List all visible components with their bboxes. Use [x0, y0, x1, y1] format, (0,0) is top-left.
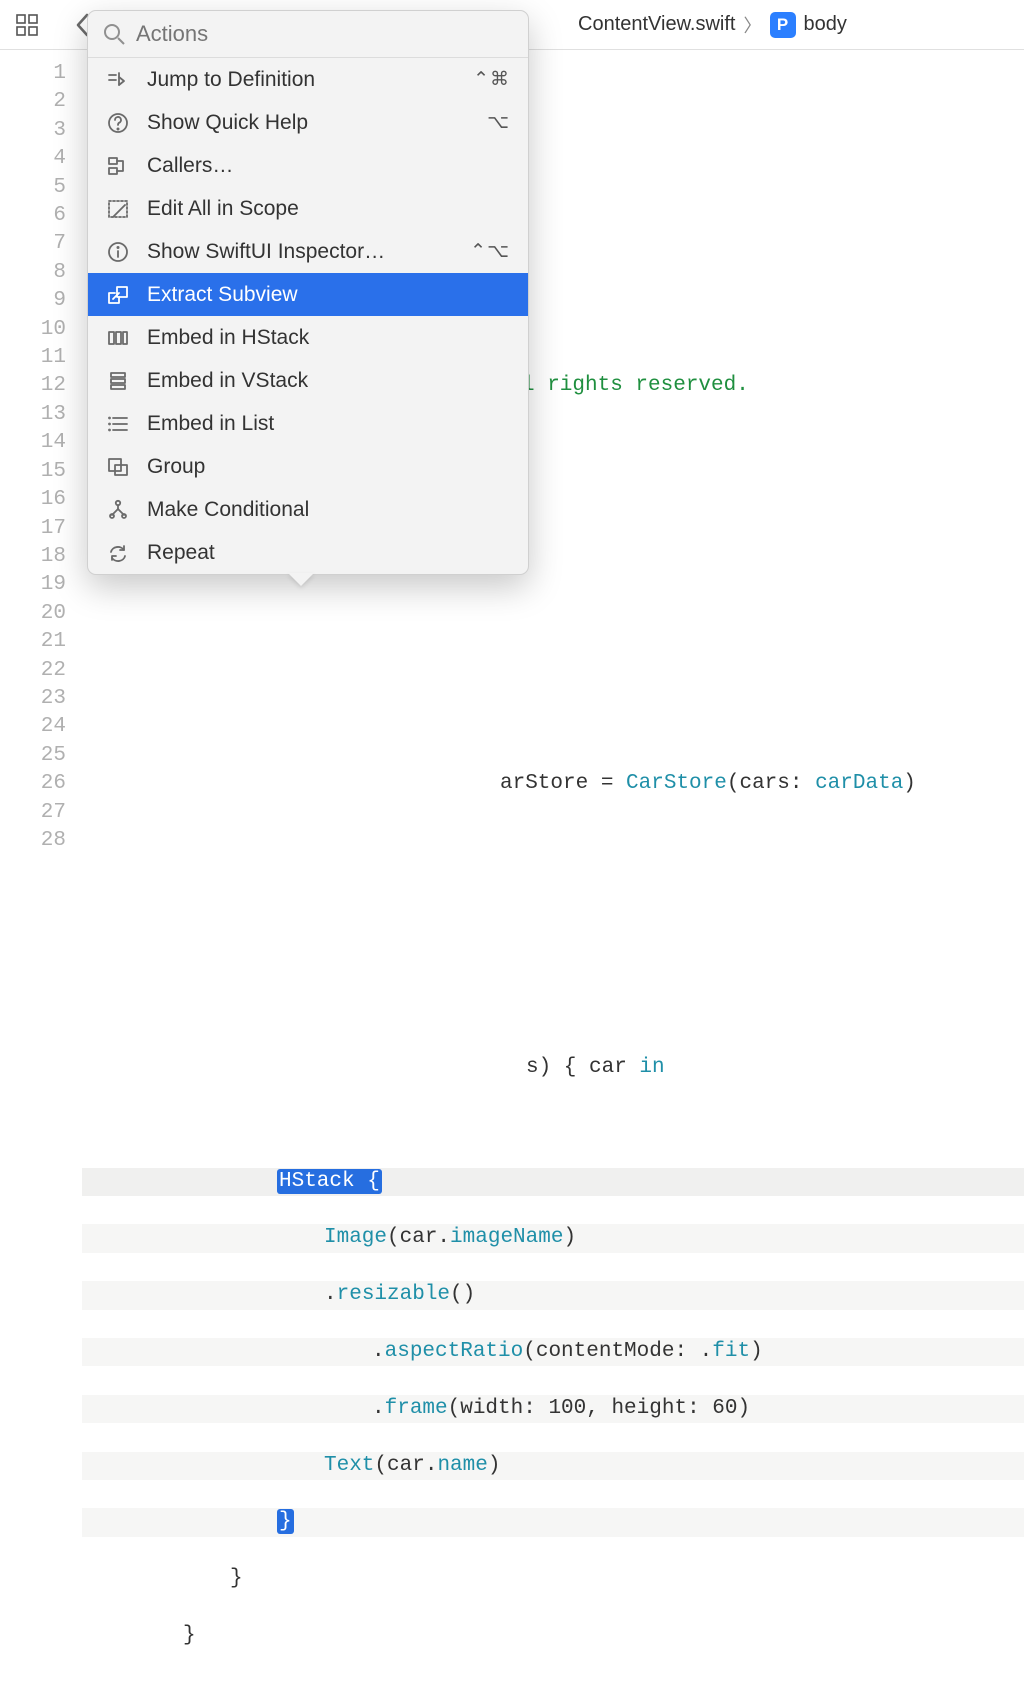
conditional-icon [106, 498, 130, 522]
menu-item-make-conditional[interactable]: Make Conditional [88, 488, 528, 531]
callers-icon [106, 154, 130, 178]
line-number: 16 [0, 486, 82, 514]
code-line-13: arStore = CarStore(cars: carData) [82, 772, 916, 795]
line-number: 10 [0, 316, 82, 344]
line-number: 1 [0, 60, 82, 88]
code-line-23: .aspectRatio(contentMode: .fit) [82, 1340, 763, 1363]
line-number: 26 [0, 770, 82, 798]
menu-item-label: Embed in VStack [147, 369, 308, 393]
line-gutter: 1234567891011121314151617181920212223242… [0, 50, 82, 1707]
menu-item-label: Group [147, 455, 205, 479]
code-line-28: } [82, 1624, 196, 1647]
menu-item-label: Jump to Definition [147, 68, 315, 92]
menu-item-label: Show Quick Help [147, 111, 308, 135]
line-number: 27 [0, 799, 82, 827]
line-number: 12 [0, 372, 82, 400]
line-number: 20 [0, 600, 82, 628]
line-number: 28 [0, 827, 82, 855]
menu-item-repeat[interactable]: Repeat [88, 531, 528, 574]
menu-item-label: Embed in HStack [147, 326, 309, 350]
menu-item-extract-subview[interactable]: Extract Subview [88, 273, 528, 316]
popup-search-row [88, 11, 528, 58]
help-icon [106, 111, 130, 135]
menu-item-shortcut: ⌃⌥ [470, 240, 510, 263]
menu-item-embed-in-vstack[interactable]: Embed in VStack [88, 359, 528, 402]
line-number: 11 [0, 344, 82, 372]
line-number: 3 [0, 117, 82, 145]
menu-item-label: Make Conditional [147, 498, 309, 522]
line-number: 19 [0, 571, 82, 599]
line-number: 6 [0, 202, 82, 230]
code-line-18: s) { car in [82, 1056, 665, 1079]
code-line-26: } [82, 1510, 294, 1533]
menu-item-embed-in-list[interactable]: Embed in List [88, 402, 528, 445]
actions-search-input[interactable] [136, 21, 514, 47]
code-line-25: Text(car.name) [82, 1454, 500, 1477]
menu-item-edit-all-in-scope[interactable]: Edit All in Scope [88, 187, 528, 230]
menu-item-callers[interactable]: Callers… [88, 144, 528, 187]
breadcrumb[interactable]: ContentView.swift 〉 P body [578, 12, 847, 38]
code-line-22: .resizable() [82, 1283, 475, 1306]
search-icon [102, 22, 126, 46]
menu-item-show-quick-help[interactable]: Show Quick Help ⌥ [88, 101, 528, 144]
code-line-24: .frame(width: 100, height: 60) [82, 1397, 750, 1420]
menu-item-shortcut: ⌥ [487, 111, 510, 134]
edit-scope-icon [106, 197, 130, 221]
menu-item-embed-in-hstack[interactable]: Embed in HStack [88, 316, 528, 359]
line-number: 5 [0, 174, 82, 202]
menu-item-label: Repeat [147, 541, 215, 565]
breadcrumb-symbol: body [804, 13, 847, 36]
menu-item-label: Callers… [147, 154, 233, 178]
line-number: 7 [0, 230, 82, 258]
code-line-27: } [82, 1567, 243, 1590]
property-icon: P [770, 12, 796, 38]
line-number: 13 [0, 401, 82, 429]
line-number: 17 [0, 515, 82, 543]
line-number: 18 [0, 543, 82, 571]
code-line-21: Image(car.imageName) [82, 1226, 576, 1249]
hstack-icon [106, 326, 130, 350]
menu-item-show-swiftui-inspector[interactable]: Show SwiftUI Inspector… ⌃⌥ [88, 230, 528, 273]
repeat-icon [106, 541, 130, 565]
chevron-right-icon: 〉 [744, 12, 762, 38]
list-icon [106, 412, 130, 436]
menu-item-label: Extract Subview [147, 283, 298, 307]
jump-definition-icon [106, 68, 130, 92]
line-number: 2 [0, 88, 82, 116]
line-number: 15 [0, 458, 82, 486]
code-line-20: HStack { [82, 1170, 382, 1193]
assistant-editor-icon[interactable] [10, 14, 44, 36]
menu-item-label: Edit All in Scope [147, 197, 299, 221]
menu-item-jump-to-definition[interactable]: Jump to Definition ⌃⌘ [88, 58, 528, 101]
line-number: 23 [0, 685, 82, 713]
menu-item-shortcut: ⌃⌘ [473, 68, 510, 91]
breadcrumb-file: ContentView.swift [578, 13, 736, 36]
line-number: 8 [0, 259, 82, 287]
group-icon [106, 455, 130, 479]
menu-item-label: Embed in List [147, 412, 274, 436]
line-number: 9 [0, 287, 82, 315]
line-number: 25 [0, 742, 82, 770]
extract-icon [106, 283, 130, 307]
info-icon [106, 240, 130, 264]
actions-popup: Jump to Definition ⌃⌘ Show Quick Help ⌥ Call… [87, 10, 529, 575]
menu-item-group[interactable]: Group [88, 445, 528, 488]
line-number: 24 [0, 713, 82, 741]
line-number: 21 [0, 628, 82, 656]
line-number: 22 [0, 657, 82, 685]
menu-item-label: Show SwiftUI Inspector… [147, 240, 385, 264]
line-number: 14 [0, 429, 82, 457]
line-number: 4 [0, 145, 82, 173]
vstack-icon [106, 369, 130, 393]
